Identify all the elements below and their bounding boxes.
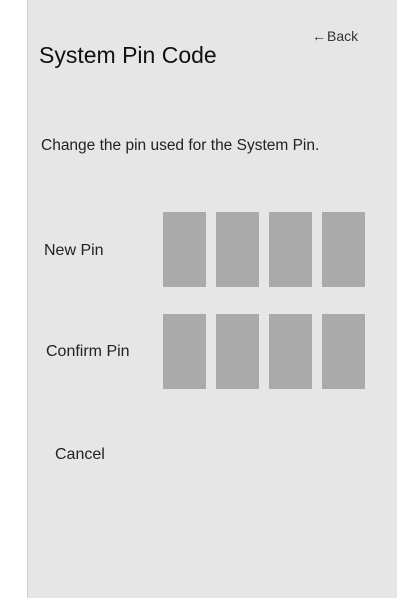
confirm-pin-label: Confirm Pin xyxy=(46,343,130,360)
description-text: Change the pin used for the System Pin. xyxy=(41,137,320,154)
back-label: Back xyxy=(327,28,359,44)
cancel-button[interactable]: Cancel xyxy=(55,446,105,464)
new-pin-digit-1[interactable] xyxy=(163,212,206,287)
page-title: System Pin Code xyxy=(39,42,217,68)
new-pin-label: New Pin xyxy=(44,242,104,259)
left-arrow-icon: ← xyxy=(312,28,326,44)
confirm-pin-digit-3[interactable] xyxy=(269,314,312,389)
new-pin-digit-3[interactable] xyxy=(269,212,312,287)
confirm-pin-digit-2[interactable] xyxy=(216,314,259,389)
confirm-pin-digit-4[interactable] xyxy=(322,314,365,389)
settings-panel: ← Back System Pin Code Change the pin us… xyxy=(27,0,397,598)
new-pin-digit-2[interactable] xyxy=(216,212,259,287)
confirm-pin-input-group xyxy=(163,314,365,389)
new-pin-digit-4[interactable] xyxy=(322,212,365,287)
new-pin-input-group xyxy=(163,212,365,287)
confirm-pin-digit-1[interactable] xyxy=(163,314,206,389)
back-button[interactable]: ← Back xyxy=(312,28,358,44)
